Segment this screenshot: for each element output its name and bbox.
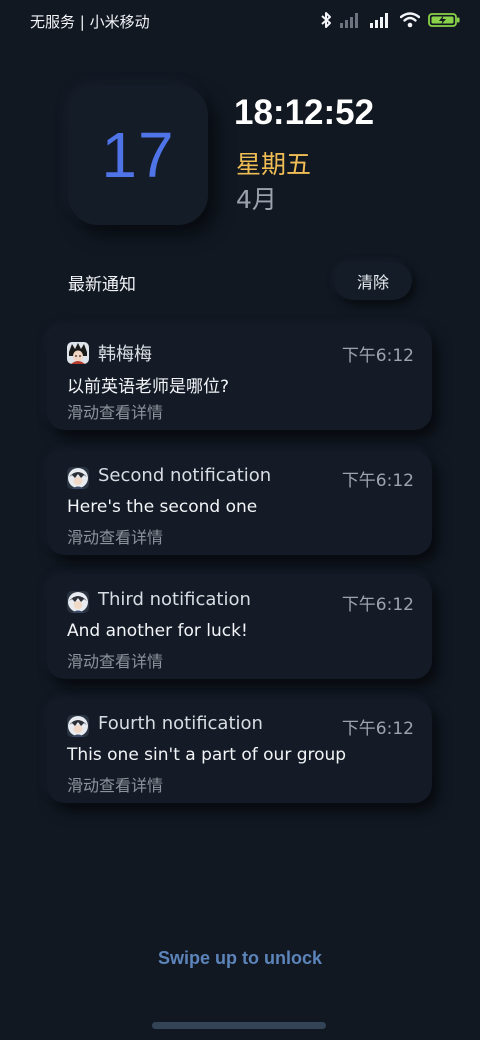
notification-hint: 滑动查看详情 — [67, 528, 164, 547]
notification-card[interactable]: Third notification 下午6:12 And another fo… — [47, 575, 432, 679]
notification-sender: Third notification — [98, 589, 251, 610]
notification-time: 下午6:12 — [341, 719, 414, 739]
notification-sender: Fourth notification — [98, 713, 263, 734]
anime-character-avatar-icon — [67, 467, 89, 489]
battery-charging-icon — [428, 12, 460, 28]
month-label: 4月 — [236, 185, 277, 214]
notification-card[interactable]: 韩梅梅 下午6:12 以前英语老师是哪位? 滑动查看详情 — [47, 326, 432, 430]
notification-sender: 韩梅梅 — [98, 344, 152, 365]
notifications-title: 最新通知 — [68, 275, 136, 295]
bluetooth-icon — [320, 11, 332, 29]
swipe-unlock-label[interactable]: Swipe up to unlock — [0, 948, 480, 969]
notification-time: 下午6:12 — [341, 471, 414, 491]
notification-message: 以前英语老师是哪位? — [67, 377, 230, 397]
notification-message: Here's the second one — [67, 497, 258, 517]
notification-hint: 滑动查看详情 — [67, 403, 164, 422]
wifi-icon — [400, 12, 420, 28]
signal-strong-icon — [370, 12, 392, 28]
anime-boy-avatar-icon — [67, 342, 89, 364]
carrier-label: 无服务 | 小米移动 — [30, 13, 150, 31]
weekday-label: 星期五 — [236, 150, 312, 179]
anime-character-avatar-icon — [67, 715, 89, 737]
notification-message: And another for luck! — [67, 621, 248, 641]
notification-card[interactable]: Second notification 下午6:12 Here's the se… — [47, 451, 432, 555]
notification-message: This one sin't a part of our group — [67, 745, 347, 765]
date-number: 17 — [101, 119, 175, 191]
home-indicator[interactable] — [152, 1022, 326, 1029]
notification-card[interactable]: Fourth notification 下午6:12 This one sin'… — [47, 699, 432, 803]
notification-time: 下午6:12 — [341, 595, 414, 615]
notification-hint: 滑动查看详情 — [67, 652, 164, 671]
date-tile: 17 — [68, 85, 208, 225]
status-icons — [320, 10, 460, 30]
notification-hint: 滑动查看详情 — [67, 776, 164, 795]
signal-weak-icon — [340, 12, 362, 28]
notification-time: 下午6:12 — [341, 346, 414, 366]
notification-sender: Second notification — [98, 465, 272, 486]
anime-character-avatar-icon — [67, 591, 89, 613]
clear-button[interactable]: 清除 — [334, 262, 412, 300]
status-bar: 无服务 | 小米移动 — [0, 0, 480, 40]
clock-time: 18:12:52 — [234, 93, 375, 132]
